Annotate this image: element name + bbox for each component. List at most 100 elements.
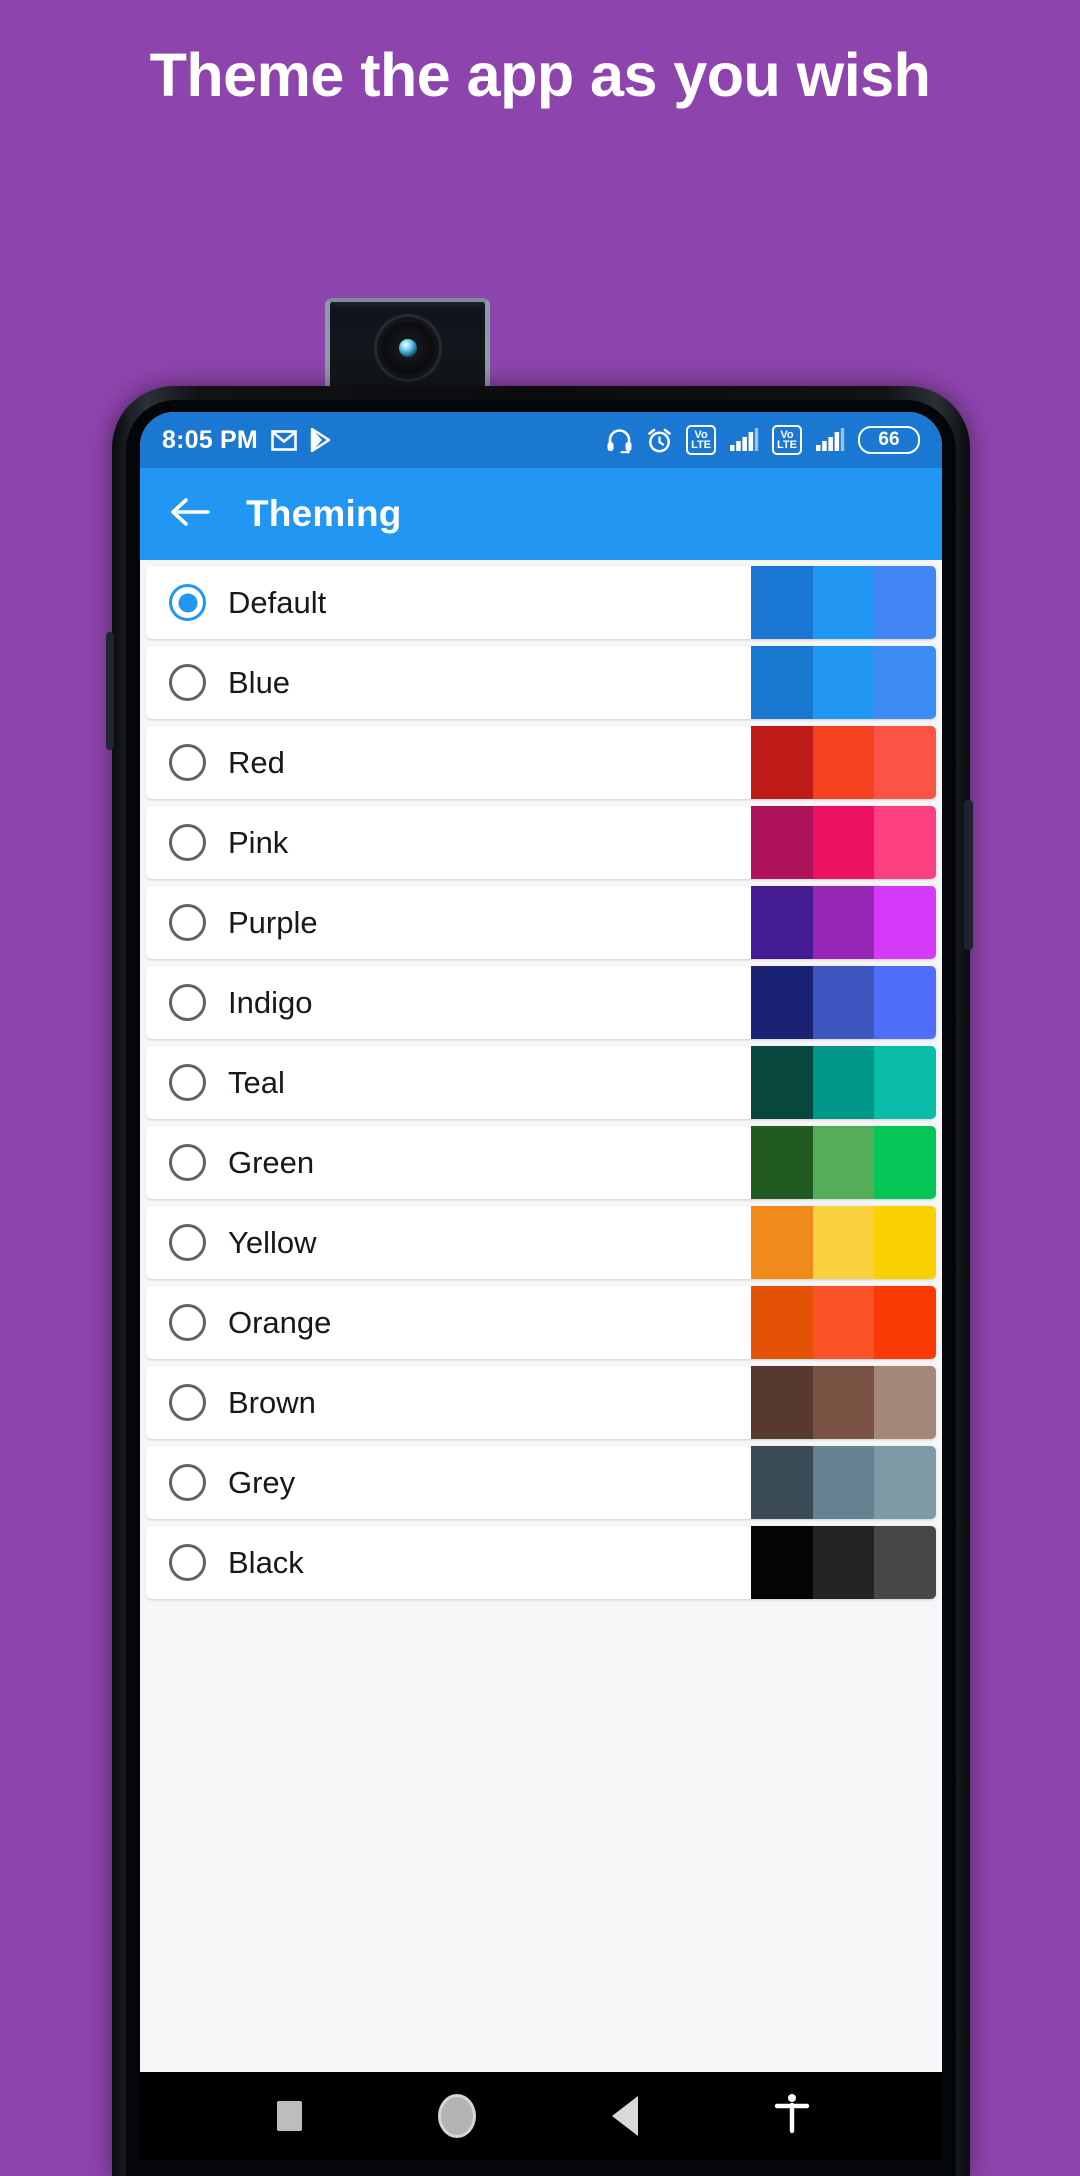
theme-option-row[interactable]: Brown [146,1366,936,1439]
volume-button[interactable] [106,632,114,750]
status-time: 8:05 PM [162,425,258,454]
radio-button[interactable] [169,664,206,701]
theme-color-swatches [751,806,936,879]
theme-color-swatches [751,886,936,959]
recents-button[interactable] [258,2084,322,2148]
volte-bottom-label: LTE [691,439,712,451]
color-swatch [751,1206,813,1279]
theme-color-swatches [751,1206,936,1279]
camera-lens-icon [376,316,439,379]
radio-button[interactable] [169,1544,206,1581]
accessibility-icon [774,2093,810,2140]
theme-option-row[interactable]: Indigo [146,966,936,1039]
color-swatch [812,1126,875,1199]
color-swatch [812,1366,875,1439]
theme-option-label: Yellow [228,1224,317,1260]
home-button[interactable] [425,2084,489,2148]
status-bar-right: Vo LTE Vo LTE 66 [606,425,920,455]
color-swatch [874,726,936,799]
color-swatch [874,886,936,959]
theme-option-row[interactable]: Red [146,726,936,799]
square-icon [277,2101,303,2131]
theme-color-swatches [751,1126,936,1199]
circle-icon [438,2094,477,2138]
volte-bottom-label: LTE [777,439,797,451]
theme-option-row[interactable]: Teal [146,1046,936,1119]
power-button[interactable] [964,800,973,950]
color-swatch [751,1366,813,1439]
battery-status-badge: 66 [858,426,920,454]
theme-list[interactable]: Default Blue Red Pink Purple Indigo Teal Green Y… [140,560,942,2160]
theme-color-swatches [751,1046,936,1119]
theme-option-row[interactable]: Orange [146,1286,936,1359]
color-swatch [812,1206,875,1279]
theme-option-row[interactable]: Yellow [146,1206,936,1279]
theme-option-row[interactable]: Green [146,1126,936,1199]
theme-option-label: Default [228,584,327,620]
color-swatch [874,1126,936,1199]
alarm-icon [646,427,673,454]
color-swatch [751,1286,813,1359]
battery-level-label: 66 [878,429,900,450]
theme-option-label: Blue [228,664,291,700]
radio-button[interactable] [169,824,206,861]
theme-option-row[interactable]: Purple [146,886,936,959]
play-store-icon [310,428,332,452]
theme-color-swatches [751,726,936,799]
radio-button[interactable] [169,1304,206,1341]
volte-icon: Vo LTE [772,425,802,455]
color-swatch [874,1366,936,1439]
color-swatch [812,646,875,719]
back-button[interactable] [593,2084,657,2148]
theme-option-label: Green [228,1144,315,1180]
triangle-left-icon [611,2096,638,2136]
theme-option-label: Red [228,744,285,780]
radio-button[interactable] [169,904,206,941]
radio-button[interactable] [169,1224,206,1261]
theme-option-label: Pink [228,824,289,860]
signal-icon [815,428,845,452]
theme-option-label: Grey [228,1464,296,1500]
color-swatch [874,1526,936,1599]
color-swatch [874,566,936,639]
radio-button[interactable] [169,984,206,1021]
color-swatch [874,646,936,719]
promo-headline: Theme the app as you wish [149,41,931,109]
accessibility-button[interactable] [760,2084,824,2148]
color-swatch [812,1286,875,1359]
color-swatch [874,966,936,1039]
color-swatch [751,1126,813,1199]
color-swatch [874,1206,936,1279]
theme-color-swatches [751,966,936,1039]
radio-button[interactable] [169,1064,206,1101]
theme-option-row[interactable]: Grey [146,1446,936,1519]
theme-color-swatches [751,1446,936,1519]
theme-option-label: Teal [228,1064,285,1100]
color-swatch [751,1046,813,1119]
radio-button[interactable] [169,1144,206,1181]
theme-option-row[interactable]: Black [146,1526,936,1599]
popup-camera-module [325,298,490,390]
phone-screen: 8:05 PM Vo LTE Vo LTE 66 Theming Default… [140,412,942,2160]
radio-button[interactable] [169,1384,206,1421]
color-swatch [751,886,813,959]
theme-option-row[interactable]: Default [146,566,936,639]
radio-button[interactable] [169,1464,206,1501]
theme-option-label: Brown [228,1384,316,1420]
radio-button[interactable] [169,744,206,781]
page-title: Theming [246,493,402,534]
theme-option-label: Purple [228,904,318,940]
color-swatch [812,566,875,639]
color-swatch [751,806,813,879]
radio-button-selected[interactable] [169,584,206,621]
color-swatch [812,806,875,879]
app-bar: Theming [140,468,942,560]
theme-option-label: Black [228,1544,304,1580]
status-bar: 8:05 PM Vo LTE Vo LTE 66 [140,412,942,468]
color-swatch [751,1446,813,1519]
gmail-icon [271,429,297,451]
theme-option-row[interactable]: Blue [146,646,936,719]
back-icon[interactable] [170,496,210,533]
theme-option-row[interactable]: Pink [146,806,936,879]
status-bar-left: 8:05 PM [162,426,332,455]
